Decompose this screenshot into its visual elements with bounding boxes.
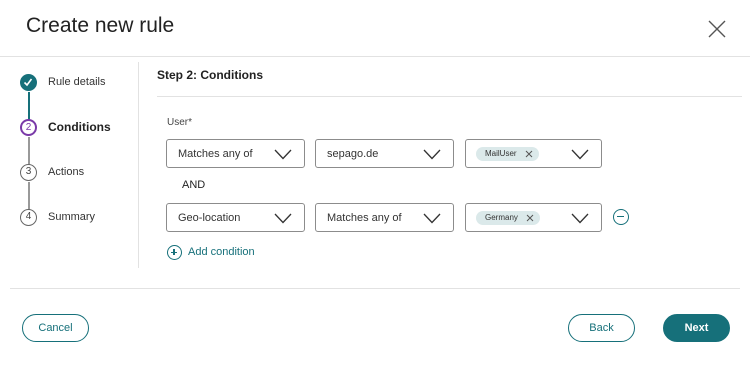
and-joiner: AND	[182, 179, 206, 191]
step-number: 3	[20, 164, 37, 181]
remove-condition-icon[interactable]	[613, 209, 629, 225]
condition-1-attribute-select[interactable]: Matches any of	[166, 139, 305, 168]
step-label: Summary	[48, 211, 96, 223]
back-button[interactable]: Back	[568, 314, 635, 342]
user-field-label: User*	[167, 117, 193, 128]
add-condition-label: Add condition	[188, 246, 255, 258]
select-value: Geo-location	[178, 212, 241, 224]
step-number: 2	[20, 119, 37, 136]
dialog-title: Create new rule	[26, 14, 175, 37]
checkmark-icon	[20, 74, 37, 91]
step-label: Conditions	[48, 120, 111, 134]
select-value: sepago.de	[327, 148, 379, 160]
step-label: Actions	[48, 166, 85, 178]
condition-2-operator-select[interactable]: Matches any of	[315, 203, 454, 232]
step-number: 4	[20, 209, 37, 226]
select-value: Matches any of	[178, 148, 253, 160]
divider	[157, 96, 742, 97]
step-actions[interactable]: 3 Actions	[20, 164, 138, 184]
next-button[interactable]: Next	[663, 314, 730, 342]
footer-divider	[10, 288, 740, 289]
chevron-down-icon	[571, 213, 589, 224]
step-label: Rule details	[48, 76, 106, 88]
condition-2-value-select[interactable]: Germany	[465, 203, 602, 232]
step-conditions[interactable]: 2 Conditions	[20, 119, 138, 139]
dialog-header: Create new rule	[0, 0, 750, 57]
plus-circle-icon	[167, 245, 182, 260]
value-chip: Germany	[476, 211, 540, 225]
chevron-down-icon	[423, 149, 441, 160]
vertical-divider	[138, 62, 139, 268]
cancel-button[interactable]: Cancel	[22, 314, 89, 342]
condition-1-operator-select[interactable]: sepago.de	[315, 139, 454, 168]
condition-1-value-select[interactable]: MailUser	[465, 139, 602, 168]
step-summary[interactable]: 4 Summary	[20, 209, 138, 229]
close-icon[interactable]	[526, 214, 534, 222]
select-value: Matches any of	[327, 212, 402, 224]
step-heading: Step 2: Conditions	[157, 68, 263, 82]
close-icon[interactable]	[706, 18, 728, 40]
chevron-down-icon	[423, 213, 441, 224]
step-rule-details[interactable]: Rule details	[20, 74, 138, 94]
chevron-down-icon	[571, 149, 589, 160]
condition-2-attribute-select[interactable]: Geo-location	[166, 203, 305, 232]
value-chip: MailUser	[476, 147, 539, 161]
chevron-down-icon	[274, 149, 292, 160]
close-icon[interactable]	[525, 150, 533, 158]
chip-label: Germany	[485, 213, 518, 222]
chevron-down-icon	[274, 213, 292, 224]
chip-label: MailUser	[485, 149, 517, 158]
